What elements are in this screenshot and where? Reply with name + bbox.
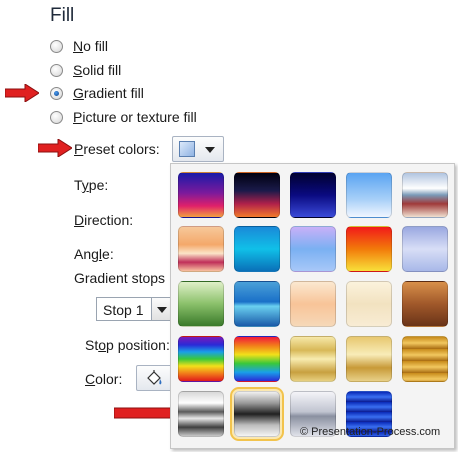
- preset-tile[interactable]: [178, 336, 224, 382]
- solid-fill-option[interactable]: Solid fill: [50, 60, 121, 80]
- gradient-fill-option[interactable]: Gradient fill: [50, 83, 144, 103]
- preset-colors-label: Preset colors:: [74, 141, 160, 157]
- preset-swatch-icon: [179, 141, 195, 157]
- picture-fill-radio[interactable]: [50, 110, 63, 124]
- preset-tile[interactable]: [346, 281, 392, 327]
- direction-label: Direction:: [74, 212, 134, 228]
- color-label: Color:: [85, 371, 123, 387]
- type-label: Type:: [74, 177, 109, 193]
- gradient-fill-radio[interactable]: [50, 86, 63, 100]
- gradient-stop-value: Stop 1: [103, 302, 144, 318]
- gradient-fill-label: Gradient fill: [73, 85, 144, 101]
- preset-tile[interactable]: [178, 391, 224, 437]
- preset-tile[interactable]: [234, 281, 280, 327]
- preset-tile[interactable]: [178, 281, 224, 327]
- preset-tile[interactable]: [402, 172, 448, 218]
- picture-fill-label: Picture or texture fill: [73, 109, 197, 125]
- no-fill-label: No fill: [73, 38, 109, 54]
- watermark-text: © Presentation-Process.com: [300, 426, 441, 438]
- gradient-stops-label: Gradient stops: [74, 270, 166, 286]
- chevron-down-icon[interactable]: [151, 298, 171, 320]
- preset-tile[interactable]: [178, 172, 224, 218]
- preset-tile[interactable]: [402, 336, 448, 382]
- preset-tile[interactable]: [346, 226, 392, 272]
- preset-tile[interactable]: [290, 226, 336, 272]
- preset-colors-button[interactable]: [172, 136, 224, 162]
- pointer-arrow-icon: [38, 139, 72, 157]
- preset-tile[interactable]: [234, 172, 280, 218]
- pointer-arrow-icon: [5, 84, 39, 102]
- paint-bucket-icon: [147, 370, 162, 385]
- preset-tile[interactable]: [290, 172, 336, 218]
- preset-tile[interactable]: [346, 172, 392, 218]
- preset-tile[interactable]: [234, 336, 280, 382]
- fill-heading: Fill: [50, 5, 75, 26]
- no-fill-radio[interactable]: [50, 39, 63, 53]
- preset-tile[interactable]: [402, 226, 448, 272]
- no-fill-option[interactable]: No fill: [50, 36, 108, 56]
- stop-position-label: Stop position:: [85, 337, 170, 353]
- gradient-stop-select[interactable]: Stop 1: [96, 297, 172, 321]
- chevron-down-icon: [205, 147, 215, 153]
- preset-tile[interactable]: [290, 336, 336, 382]
- angle-label: Angle:: [74, 246, 114, 262]
- preset-tile[interactable]: [178, 226, 224, 272]
- preset-tile-selected[interactable]: [230, 387, 284, 441]
- preset-tile[interactable]: [402, 281, 448, 327]
- preset-gallery: [170, 163, 455, 449]
- picture-fill-option[interactable]: Picture or texture fill: [50, 107, 197, 127]
- preset-tile[interactable]: [290, 281, 336, 327]
- preset-tile[interactable]: [346, 336, 392, 382]
- solid-fill-radio[interactable]: [50, 63, 63, 77]
- solid-fill-label: Solid fill: [73, 62, 122, 78]
- preset-tile[interactable]: [234, 226, 280, 272]
